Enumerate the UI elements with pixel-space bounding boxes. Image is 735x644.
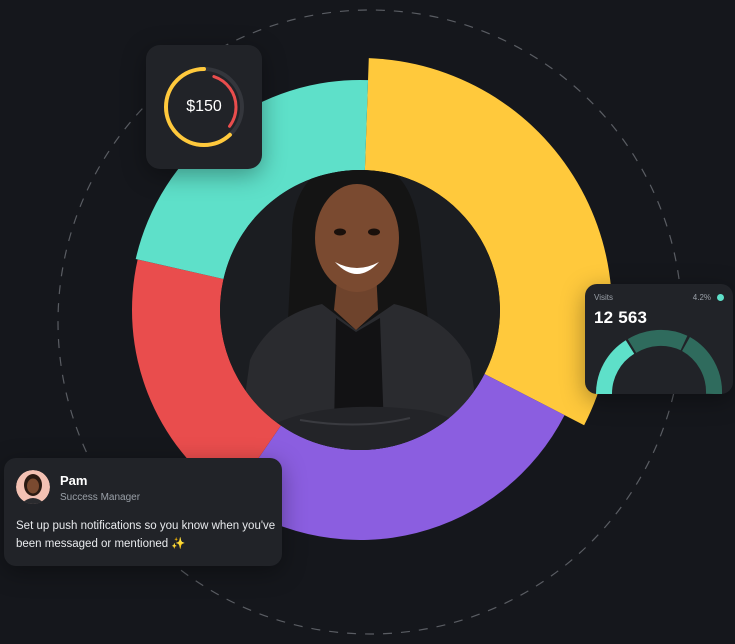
chat-sender-role: Success Manager	[60, 492, 141, 503]
chat-notification-card: Pam Success Manager Set up push notifica…	[4, 458, 282, 566]
price-card: $150	[146, 45, 262, 169]
visits-card: Visits 4.2% 12 563	[585, 284, 733, 394]
chat-sender-name: Pam	[60, 473, 88, 488]
price-value: $150	[186, 98, 222, 115]
visits-gauge	[595, 329, 723, 394]
avatar	[16, 470, 50, 504]
chat-message: Set up push notifications so you know wh…	[16, 520, 276, 550]
